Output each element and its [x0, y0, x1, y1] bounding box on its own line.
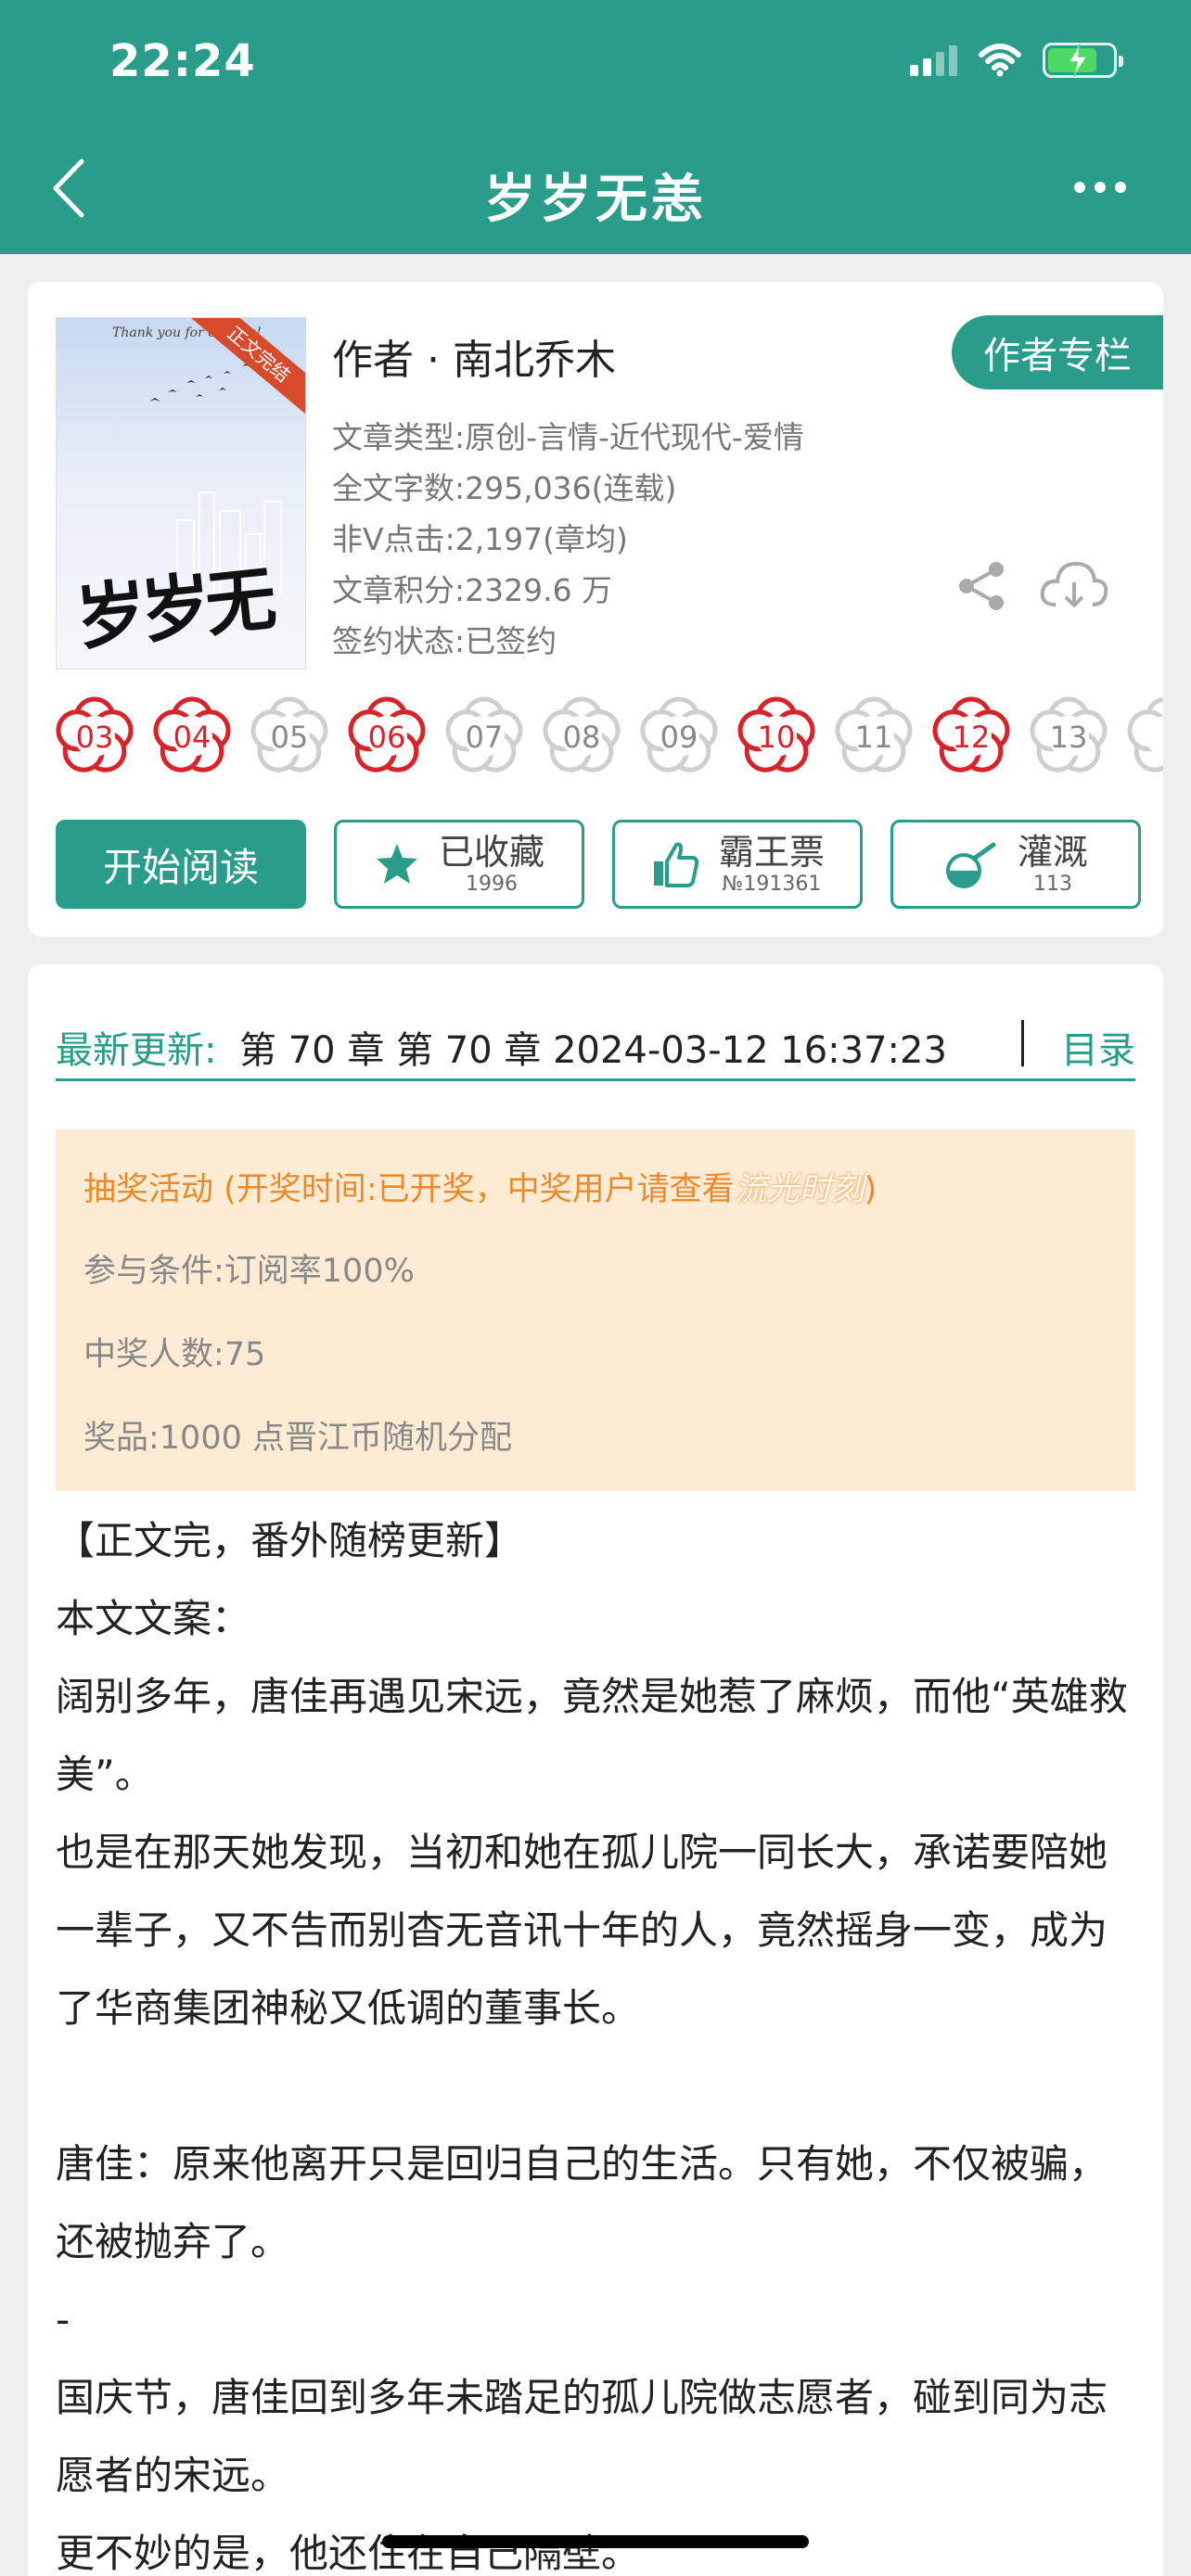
flower-badge[interactable]: 13	[1028, 695, 1109, 777]
synopsis-paragraph: 唐佳：原来他离开只是回归自己的生活。只有她，不仅被骗，还被抛弃了。	[56, 2141, 1108, 2264]
flower-number: 08	[562, 720, 601, 755]
thumbs-up-icon	[653, 842, 699, 887]
flower-badge[interactable]: 08	[541, 695, 622, 777]
home-indicator	[382, 2535, 809, 2548]
book-cover[interactable]: Thank you for coming! 岁岁无恙 正文完结	[56, 317, 306, 670]
synopsis-paragraph	[56, 2047, 1135, 2125]
action-row: 开始阅读 已收藏 1996 霸王票 №191361 灌溉 113	[56, 820, 1141, 909]
collect-button[interactable]: 已收藏 1996	[334, 820, 584, 909]
irrigate-count: 113	[1032, 873, 1072, 896]
synopsis-paragraph: 阔别多年，唐佳再遇见宋远，竟然是她惹了麻烦，而他“英雄救美”。	[56, 1674, 1128, 1797]
flower-number: 04	[173, 720, 211, 755]
download-icon[interactable]	[1039, 558, 1109, 614]
synopsis-text: 【正文完，番外随榜更新】 本文文案： 阔别多年，唐佳再遇见宋远，竟然是她惹了麻烦…	[56, 1502, 1135, 2576]
lottery-prize: 奖品:1000 点晋江币随机分配	[83, 1420, 512, 1457]
flower-number: 06	[367, 720, 406, 755]
synopsis-paragraph: 也是在那天她发现，当初和她在孤儿院一同长大，承诺要陪她一辈子，又不告而别杳无音讯…	[56, 1830, 1108, 2031]
content-card: 最新更新: 第 70 章 第 70 章 2024-03-12 16:37:23 …	[28, 964, 1163, 2576]
synopsis-paragraph: -	[56, 2297, 70, 2342]
flower-number: 07	[465, 720, 504, 755]
book-meta: 文章类型:原创-言情-近代现代-爱情 全文字数:295,036(连载) 非Ⅴ点击…	[332, 412, 804, 667]
flower-number: 10	[757, 720, 796, 755]
lottery-winners: 中奖人数:75	[83, 1336, 266, 1373]
vote-button[interactable]: 霸王票 №191361	[612, 820, 863, 909]
toc-link[interactable]: 目录	[1061, 1020, 1135, 1074]
flower-icon	[1127, 696, 1163, 772]
wifi-icon	[979, 44, 1021, 77]
flower-number: 11	[854, 720, 893, 755]
star-icon	[376, 844, 417, 884]
vote-label: 霸王票	[718, 832, 825, 873]
flower-badge[interactable]: 10	[736, 695, 817, 777]
flower-number: 13	[1049, 720, 1088, 755]
flower-ranking-row: 03 04 05 06 07 08 09 10 11 12 13	[54, 695, 1163, 797]
lottery-title-tag[interactable]: 流光时刻	[735, 1171, 864, 1208]
meta-score: 文章积分:2329.6 万	[332, 572, 613, 608]
flask-icon	[945, 842, 996, 888]
flower-badge[interactable]: 09	[638, 695, 720, 777]
cellular-signal-icon	[910, 45, 957, 76]
divider	[1021, 1020, 1024, 1066]
collect-label: 已收藏	[438, 832, 544, 873]
share-icon[interactable]	[955, 560, 1007, 612]
irrigate-button[interactable]: 灌溉 113	[890, 820, 1141, 909]
flower-badge[interactable]: 07	[443, 695, 525, 777]
flower-badge[interactable]: 12	[930, 695, 1012, 777]
app-header: 22:24 岁岁无恙	[0, 0, 1191, 254]
flower-number: 05	[270, 720, 309, 755]
lottery-condition: 参与条件:订阅率100%	[83, 1253, 415, 1290]
meta-type: 文章类型:原创-言情-近代现代-爱情	[332, 419, 804, 455]
meta-word-count: 全文字数:295,036(连载)	[332, 470, 677, 506]
start-reading-button[interactable]: 开始阅读	[56, 820, 306, 909]
synopsis-paragraph: 【正文完，番外随榜更新】	[56, 1518, 524, 1563]
irrigate-label: 灌溉	[1017, 832, 1088, 873]
lottery-title: 抽奖活动 (开奖时间:已开奖，中奖用户请查看流光时刻)	[83, 1163, 877, 1210]
flower-number: 09	[660, 720, 698, 755]
book-author[interactable]: 作者 · 南北乔木	[332, 326, 616, 386]
latest-update-label: 最新更新:	[56, 1029, 217, 1072]
lottery-panel: 抽奖活动 (开奖时间:已开奖，中奖用户请查看流光时刻) 参与条件:订阅率100%…	[56, 1129, 1135, 1491]
collect-count: 1996	[465, 873, 518, 896]
latest-update-value[interactable]: 第 70 章 第 70 章 2024-03-12 16:37:23	[239, 1020, 947, 1074]
latest-update-bar[interactable]: 最新更新: 第 70 章 第 70 章 2024-03-12 16:37:23 …	[56, 992, 1135, 1081]
page-title: 岁岁无恙	[484, 170, 707, 230]
synopsis-paragraph: 本文文案：	[56, 1596, 251, 1641]
status-time: 22:24	[109, 35, 256, 87]
flower-badge[interactable]	[1125, 695, 1163, 777]
more-button[interactable]	[1074, 182, 1126, 193]
flower-number: 12	[952, 720, 991, 755]
vote-rank: №191361	[722, 873, 822, 896]
flower-badge[interactable]: 03	[54, 695, 135, 777]
flower-badge[interactable]: 06	[346, 695, 428, 777]
synopsis-paragraph: 国庆节，唐佳回到多年未踏足的孤儿院做志愿者，碰到同为志愿者的宋远。	[56, 2375, 1108, 2498]
meta-clicks: 非Ⅴ点击:2,197(章均)	[332, 521, 628, 557]
flower-badge[interactable]: 05	[249, 695, 330, 777]
flower-badge[interactable]: 04	[151, 695, 233, 777]
status-icons	[910, 43, 1123, 78]
cover-title-calligraphy: 岁岁无恙	[71, 557, 275, 660]
book-info-card: Thank you for coming! 岁岁无恙 正文完结 作者 · 南北乔…	[28, 282, 1163, 937]
flower-number: 03	[75, 720, 114, 755]
lottery-title-end: )	[864, 1171, 877, 1208]
author-column-button[interactable]: 作者专栏	[952, 315, 1163, 389]
meta-sign-status: 签约状态:已签约	[332, 623, 557, 659]
flower-badge[interactable]: 11	[833, 695, 915, 777]
lottery-title-text: 抽奖活动 (开奖时间:已开奖，中奖用户请查看	[83, 1171, 735, 1208]
battery-icon	[1043, 43, 1123, 78]
